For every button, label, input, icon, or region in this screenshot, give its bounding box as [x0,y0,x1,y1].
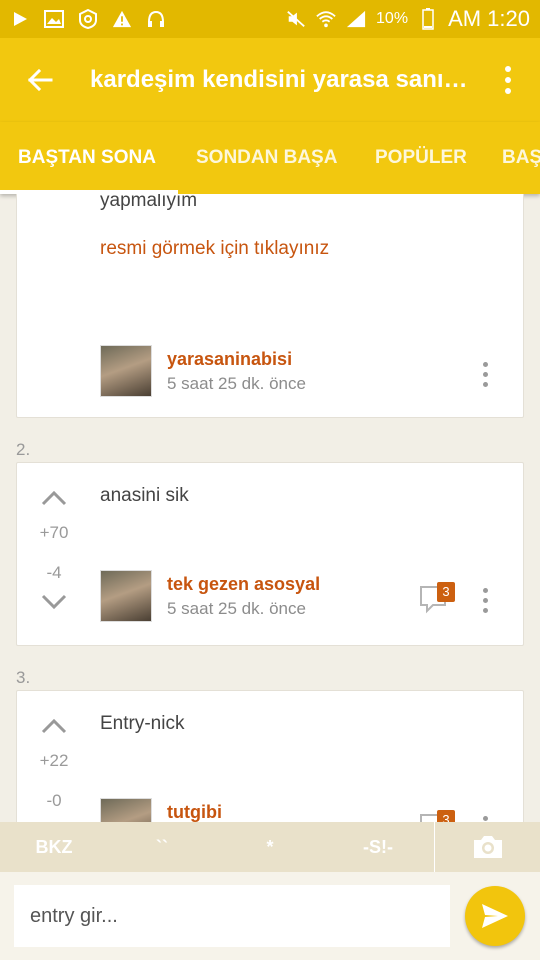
entry-index: 2. [16,440,31,459]
bkz-button[interactable]: BKZ [0,837,108,858]
entry-more-button[interactable] [475,583,495,617]
entry-text: Entry-nick [100,713,185,734]
camera-icon [473,836,502,858]
wifi-icon [316,9,336,29]
entry-more-button[interactable] [475,357,495,391]
upvote-count: +22 [39,751,69,770]
app-bar: kardeşim kendisini yarasa sanı… [0,38,540,122]
asterisk-button[interactable]: * [216,837,324,858]
warning-icon [112,9,132,29]
spoiler-button[interactable]: -S!- [324,837,432,858]
play-icon [10,9,30,29]
avatar[interactable] [100,345,152,397]
entry-text: yapmalıyım [100,194,198,211]
author-link[interactable]: yarasaninabisi [167,349,292,370]
entry-more-button[interactable] [475,811,495,822]
tab-sondan-basa[interactable]: SONDAN BAŞA [196,122,337,194]
image-link[interactable]: resmi görmek için tıklayınız [100,238,329,260]
entry-card: yapmalıyım resmi görmek için tıklayınız … [16,194,524,418]
entry-index: 3. [16,668,31,687]
comment-count-badge: 3 [437,810,455,822]
entry-card: +22 -0 Entry-nick tutgibi 3 [16,690,524,822]
send-icon [482,904,508,928]
signal-icon [346,9,366,29]
format-toolbar: BKZ `` * -S!- [0,822,540,872]
upvote-button[interactable] [39,715,69,737]
entry-time: 5 saat 25 dk. önce [167,599,306,618]
send-button[interactable] [465,886,525,946]
entry-text: anasini sik [100,485,189,506]
image-icon [44,9,64,29]
mute-icon [286,9,306,29]
arrow-left-icon [27,68,53,92]
downvote-button[interactable] [39,591,69,613]
battery-percent: 10% [376,10,409,27]
entry-card: +70 -4 anasini sik tek gezen asosyal 5 s… [16,462,524,646]
page-title: kardeşim kendisini yarasa sanı… [90,66,468,93]
tab-bas[interactable]: BAŞ [502,122,540,194]
entry-list[interactable]: yapmalıyım resmi görmek için tıklayınız … [0,194,540,822]
shield-icon [78,9,98,29]
status-bar: 10% AM 1:20 [0,0,540,38]
backtick-button[interactable]: `` [108,837,216,858]
author-link[interactable]: tutgibi [167,802,222,822]
author-link[interactable]: tek gezen asosyal [167,574,320,595]
entry-time: 5 saat 25 dk. önce [167,374,306,393]
battery-icon [418,8,438,30]
tab-populer[interactable]: POPÜLER [375,122,467,194]
overflow-menu-button[interactable] [494,58,522,102]
avatar[interactable] [100,798,152,822]
upvote-count: +70 [39,523,69,542]
upvote-button[interactable] [39,487,69,509]
comment-count-badge: 3 [437,582,455,602]
tab-bar: BAŞTAN SONA SONDAN BAŞA POPÜLER BAŞ [0,122,540,194]
tab-bastan-sona[interactable]: BAŞTAN SONA [18,122,156,194]
avatar[interactable] [100,570,152,622]
back-button[interactable] [18,58,62,102]
clock: AM 1:20 [448,6,530,31]
compose-bar [0,872,540,960]
camera-button[interactable] [434,822,540,872]
entry-input[interactable] [14,885,450,947]
downvote-count: -4 [46,563,62,582]
downvote-count: -0 [46,791,62,810]
headphones-icon [146,9,166,29]
